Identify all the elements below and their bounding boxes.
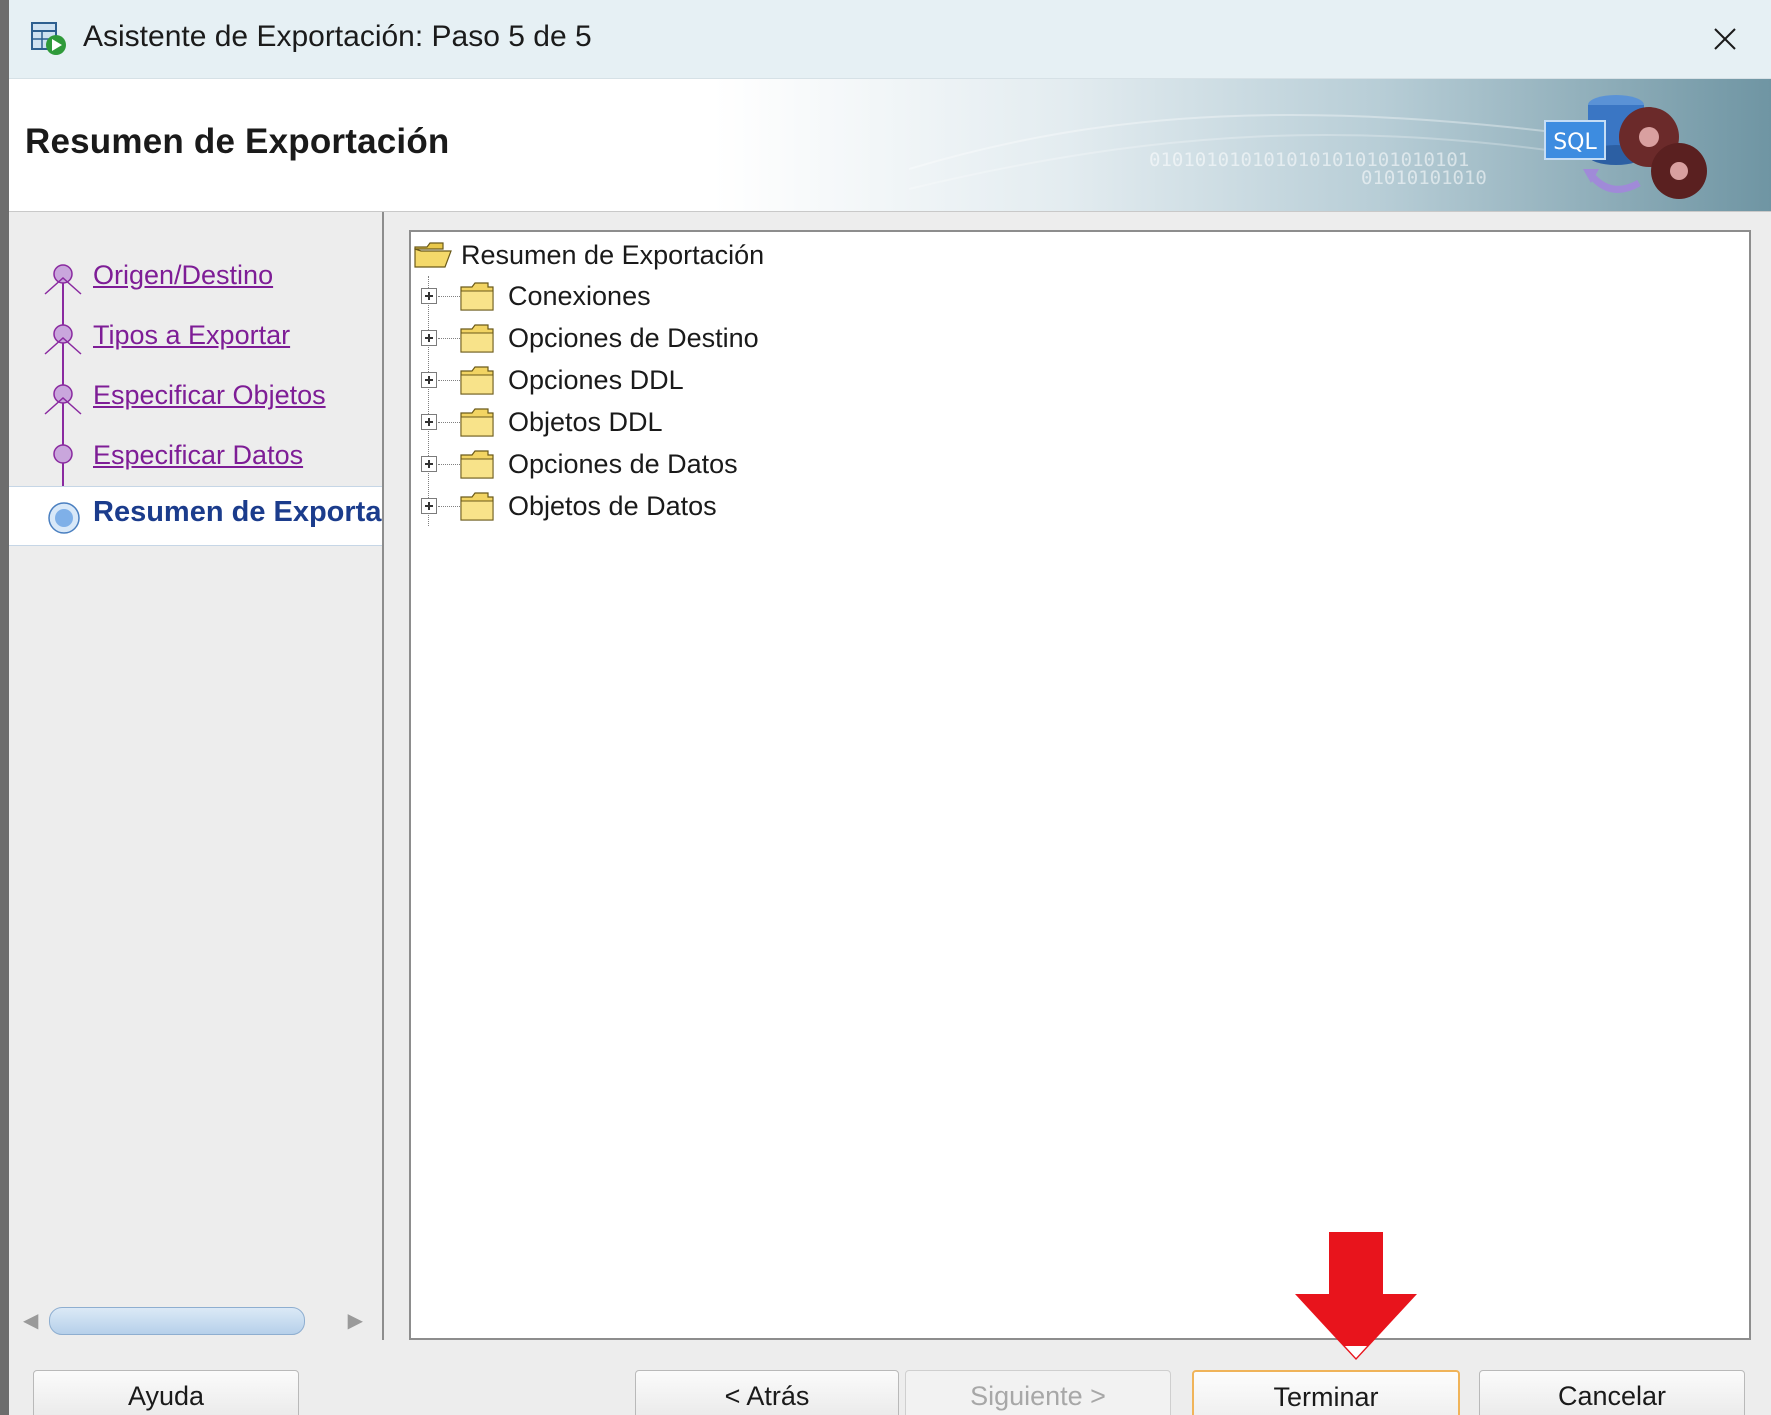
tree-node-label: Opciones de Datos <box>508 449 738 479</box>
step-especificar-datos[interactable]: Especificar Datos <box>9 430 382 488</box>
tree-connector <box>438 380 460 381</box>
expand-icon[interactable] <box>421 330 437 346</box>
tree-connector <box>438 422 460 423</box>
step-label: Resumen de Exporta <box>93 496 382 528</box>
sql-database-reels-icon: SQL <box>1544 95 1707 199</box>
tree-node-objetos-datos[interactable]: Objetos de Datos <box>411 486 1111 528</box>
folder-icon <box>460 492 494 521</box>
folder-icon <box>460 324 494 353</box>
wizard-steps-panel: Origen/Destino Tipos a Exportar Especifi… <box>9 212 384 1340</box>
step-label[interactable]: Especificar Datos <box>93 440 303 471</box>
back-button[interactable]: < Atrás <box>635 1370 899 1415</box>
tree-node-label: Objetos de Datos <box>508 491 717 521</box>
scroll-right-icon[interactable]: ▶ <box>348 1308 363 1332</box>
cancel-button[interactable]: Cancelar <box>1479 1370 1745 1415</box>
help-button[interactable]: Ayuda <box>33 1370 299 1415</box>
binary-decoration-2: 01010101010 <box>1361 167 1487 189</box>
tree-node-opciones-ddl[interactable]: Opciones DDL <box>411 360 1111 402</box>
tree-connector <box>438 296 460 297</box>
export-summary-tree: Resumen de Exportación Conexiones Opcion… <box>409 230 1751 1340</box>
export-wizard-icon <box>31 22 66 55</box>
title-bar: Asistente de Exportación: Paso 5 de 5 <box>9 0 1771 79</box>
expand-icon[interactable] <box>421 288 437 304</box>
export-wizard-dialog: Asistente de Exportación: Paso 5 de 5 Re… <box>9 0 1771 1415</box>
step-resumen-exportacion[interactable]: Resumen de Exporta <box>9 486 382 546</box>
tree-root-label: Resumen de Exportación <box>461 239 765 270</box>
scroll-thumb[interactable] <box>49 1307 305 1335</box>
steps-horizontal-scrollbar[interactable]: ◀ ▶ <box>19 1302 379 1336</box>
tree-connector <box>438 506 460 507</box>
step-tipos-a-exportar[interactable]: Tipos a Exportar <box>9 310 382 368</box>
tree-node-label: Objetos DDL <box>508 407 663 437</box>
expand-icon[interactable] <box>421 414 437 430</box>
close-icon <box>1714 28 1736 50</box>
step-label[interactable]: Tipos a Exportar <box>93 320 290 351</box>
next-button[interactable]: Siguiente > <box>905 1370 1171 1415</box>
tree-node-label: Conexiones <box>508 281 651 311</box>
tree-root[interactable]: Resumen de Exportación <box>413 234 764 276</box>
current-step-icon <box>48 502 80 534</box>
close-button[interactable] <box>1679 0 1771 78</box>
folder-icon <box>460 282 494 311</box>
step-especificar-objetos[interactable]: Especificar Objetos <box>9 370 382 428</box>
expand-icon[interactable] <box>421 456 437 472</box>
step-label[interactable]: Origen/Destino <box>93 260 273 291</box>
svg-text:SQL: SQL <box>1553 130 1597 155</box>
tree-connector <box>438 338 460 339</box>
red-down-arrow-icon <box>1295 1232 1417 1360</box>
expand-icon[interactable] <box>421 372 437 388</box>
tree-node-label: Opciones de Destino <box>508 323 759 353</box>
tree-node-opciones-destino[interactable]: Opciones de Destino <box>411 318 1111 360</box>
step-label[interactable]: Especificar Objetos <box>93 380 326 411</box>
step-origen-destino[interactable]: Origen/Destino <box>9 250 382 308</box>
expand-icon[interactable] <box>421 498 437 514</box>
tree-node-label: Opciones DDL <box>508 365 684 395</box>
banner-swoosh-decoration <box>909 114 1609 190</box>
scroll-left-icon[interactable]: ◀ <box>23 1308 38 1332</box>
tree-node-objetos-ddl[interactable]: Objetos DDL <box>411 402 1111 444</box>
tree-node-opciones-datos[interactable]: Opciones de Datos <box>411 444 1111 486</box>
page-title: Resumen de Exportación <box>25 122 450 161</box>
wizard-header-banner: Resumen de Exportación 01010101010101010… <box>9 79 1771 212</box>
folder-icon <box>460 408 494 437</box>
window-title: Asistente de Exportación: Paso 5 de 5 <box>83 20 592 53</box>
open-folder-icon <box>414 242 452 268</box>
finish-button[interactable]: Terminar <box>1192 1370 1460 1415</box>
folder-icon <box>460 366 494 395</box>
tree-node-conexiones[interactable]: Conexiones <box>411 276 1111 318</box>
tree-connector <box>438 464 460 465</box>
folder-icon <box>460 450 494 479</box>
